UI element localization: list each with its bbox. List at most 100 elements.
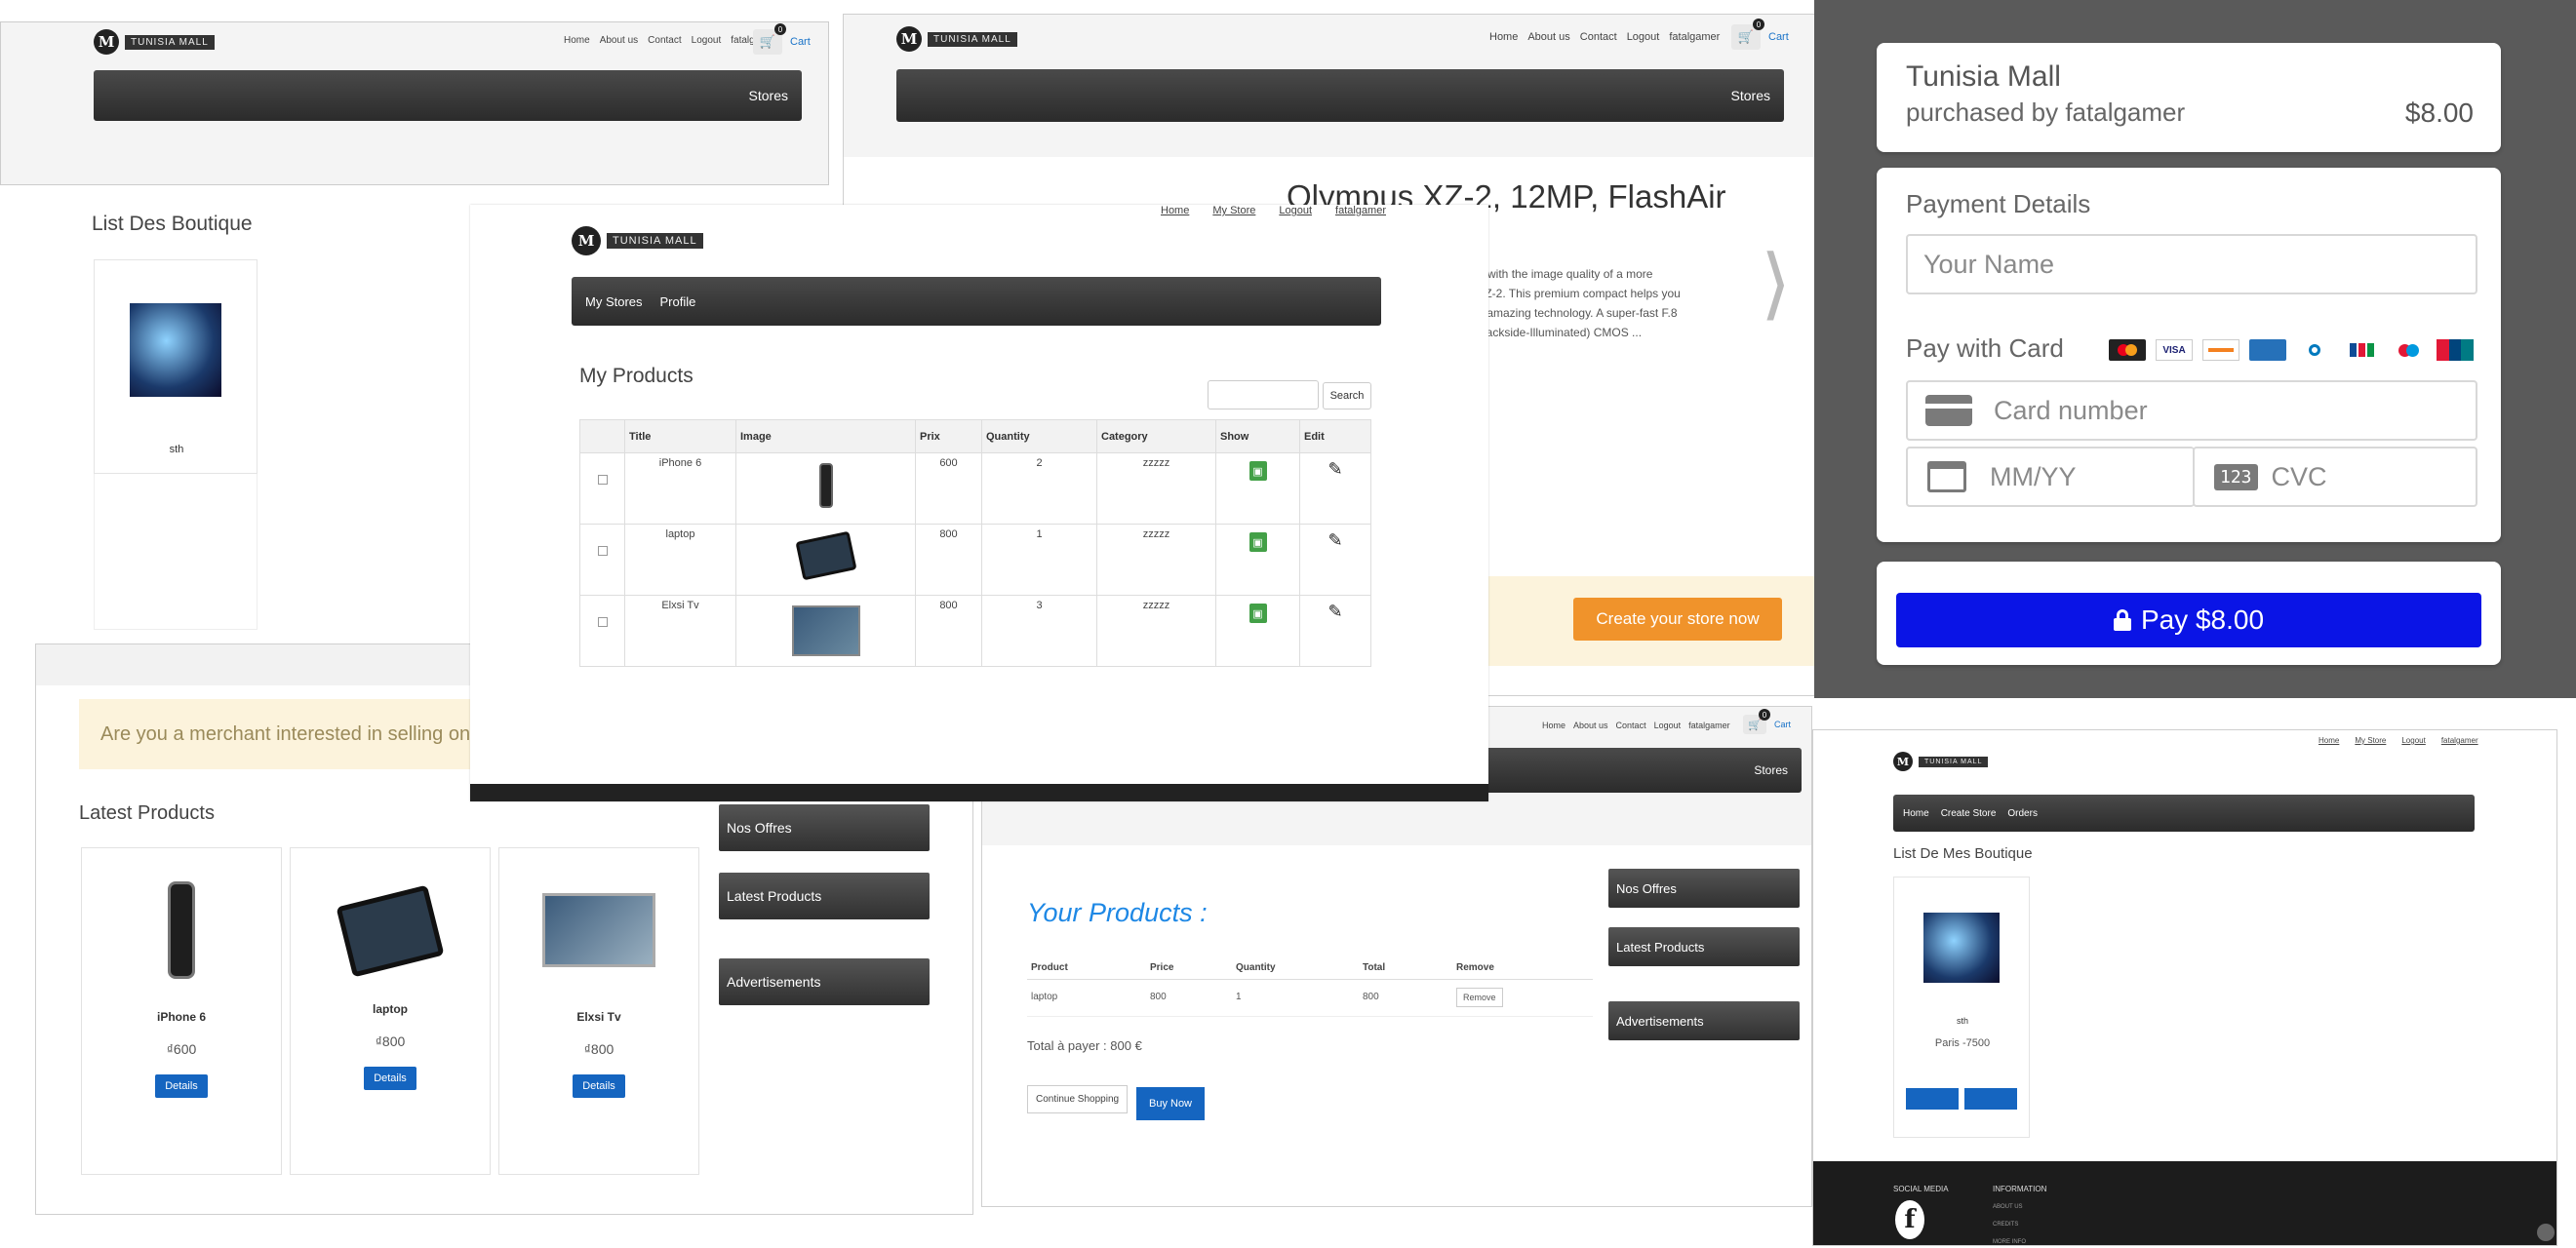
store-action-button[interactable] [1964,1088,2017,1110]
card-number-field[interactable]: Card number [1906,380,2477,441]
nav-logout[interactable]: Logout [1654,721,1682,730]
nav-my-store[interactable]: My Store [2355,736,2386,745]
create-store-button[interactable]: Create your store now [1573,598,1782,641]
nav-contact[interactable]: Contact [1616,721,1646,730]
nav-home[interactable]: Home [564,35,590,46]
nav-logout[interactable]: Logout [2401,736,2425,745]
sidebar-advertisements[interactable]: Advertisements [719,958,930,1005]
details-button[interactable]: Details [364,1067,416,1090]
show-icon[interactable]: ▣ [1248,532,1267,552]
stores-bar[interactable]: Stores [94,70,802,121]
show-icon[interactable]: ▣ [1248,461,1267,481]
logo[interactable]: M TUNISIA MALL [572,226,703,255]
nav-logout[interactable]: Logout [692,35,722,46]
cvc-badge-icon: 123 [2214,463,2258,490]
nav-logout[interactable]: Logout [1279,205,1312,216]
nav-contact[interactable]: Contact [1580,31,1617,43]
cvc-field[interactable]: 123 CVC [2193,447,2477,507]
main-menu: My Stores Profile [572,277,1381,326]
screenshot-my-products: M TUNISIA MALL Home My Store Logout fata… [470,205,1488,801]
edit-icon[interactable]: ✎ [1304,530,1367,551]
pay-button[interactable]: Pay $8.00 [1896,593,2481,647]
col-prix: Prix [915,419,982,453]
footer-link[interactable]: CREDITS [1993,1222,2018,1228]
lock-icon [2113,609,2131,631]
nav-user[interactable]: fatalgamer [1335,205,1386,216]
nav-contact[interactable]: Contact [648,35,681,46]
menu-create-store[interactable]: Create Store [1941,808,1997,819]
slider-next-icon[interactable]: ⟩ [1761,245,1791,323]
cart-icon[interactable]: 🛒 0 [1743,709,1770,734]
nav-home[interactable]: Home [1161,205,1189,216]
details-button[interactable]: Details [573,1074,625,1098]
continue-shopping-button[interactable]: Continue Shopping [1027,1085,1129,1113]
edit-icon[interactable]: ✎ [1304,459,1367,480]
details-button[interactable]: Details [155,1074,208,1098]
nav-home[interactable]: Home [2318,736,2339,745]
nav-home[interactable]: Home [1489,31,1518,43]
remove-button[interactable]: Remove [1456,988,1503,1007]
store-card[interactable]: sth Paris -7500 [1893,877,2030,1138]
nav-user[interactable]: fatalgamer [2441,736,2478,745]
cart-icon[interactable]: 🛒 0 [1731,19,1764,50]
scroll-top-icon[interactable] [2537,1224,2555,1241]
logo[interactable]: M TUNISIA MALL [94,29,215,55]
nav-about[interactable]: About us [600,35,638,46]
cvc-placeholder: CVC [2271,461,2327,491]
credit-card-icon [1925,395,1972,426]
nav-user[interactable]: fatalgamer [1669,31,1720,43]
sidebar-advertisements[interactable]: Advertisements [1608,1001,1800,1040]
footer-link[interactable]: MORE INFO [1993,1239,2026,1245]
cart[interactable]: 🛒 0 Cart [753,23,811,55]
cart-label[interactable]: Cart [790,36,811,48]
show-icon[interactable]: ▣ [1248,604,1267,623]
search-button[interactable]: Search [1323,382,1371,410]
cart[interactable]: 🛒 0 Cart [1743,709,1791,734]
name-field[interactable]: Your Name [1906,234,2477,294]
nav-about[interactable]: About us [1527,31,1569,43]
cart-label[interactable]: Cart [1768,31,1789,43]
store-card[interactable]: sth [94,259,258,474]
menu-orders[interactable]: Orders [2007,808,2038,819]
buy-now-button[interactable]: Buy Now [1136,1087,1205,1120]
row-checkbox[interactable] [597,617,608,627]
search-input[interactable] [1208,380,1319,410]
stores-bar-label[interactable]: Stores [1754,763,1788,777]
nav-my-store[interactable]: My Store [1212,205,1255,216]
cart-count: 0 [774,23,786,35]
store-action-button[interactable] [1906,1088,1959,1110]
facebook-icon[interactable]: f [1895,1200,1924,1239]
logo[interactable]: M TUNISIA MALL [1893,752,1989,771]
logo[interactable]: M TUNISIA MALL [896,26,1017,52]
sidebar-latest-products[interactable]: Latest Products [719,873,930,919]
row-checkbox[interactable] [597,475,608,485]
nav-home[interactable]: Home [1542,721,1565,730]
cart[interactable]: 🛒 0 Cart [1731,19,1789,50]
expiry-field[interactable]: MM/YY [1906,447,2195,507]
payment-details-title: Payment Details [1906,189,2091,218]
menu-my-stores[interactable]: My Stores [585,294,643,309]
row-title: laptop [624,524,736,596]
product-card-tv[interactable]: Elxsi Tv ₫800 Details [498,847,699,1175]
nav-user[interactable]: fatalgamer [1688,721,1730,730]
sidebar-latest-products[interactable]: Latest Products [1608,927,1800,966]
product-image [336,884,445,978]
product-card-iphone[interactable]: iPhone 6 ₫600 Details [81,847,282,1175]
nav-about[interactable]: About us [1573,721,1608,730]
sidebar-nos-offres[interactable]: Nos Offres [1608,869,1800,908]
stores-bar[interactable]: Stores [896,69,1784,122]
nav-logout[interactable]: Logout [1627,31,1660,43]
cart-icon[interactable]: 🛒 0 [753,23,786,55]
cart-label[interactable]: Cart [1774,720,1791,729]
stores-bar-label[interactable]: Stores [749,88,788,103]
col-title: Title [624,419,736,453]
stores-bar-label[interactable]: Stores [1731,88,1770,103]
sidebar-nos-offres[interactable]: Nos Offres [719,804,930,851]
row-checkbox[interactable] [597,546,608,556]
product-card-laptop[interactable]: laptop ₫800 Details [290,847,491,1175]
edit-icon[interactable]: ✎ [1304,602,1367,622]
menu-home[interactable]: Home [1903,808,1929,819]
menu-profile[interactable]: Profile [660,294,696,309]
footer-link[interactable]: ABOUT US [1993,1204,2023,1210]
logo-text: TUNISIA MALL [125,34,215,50]
